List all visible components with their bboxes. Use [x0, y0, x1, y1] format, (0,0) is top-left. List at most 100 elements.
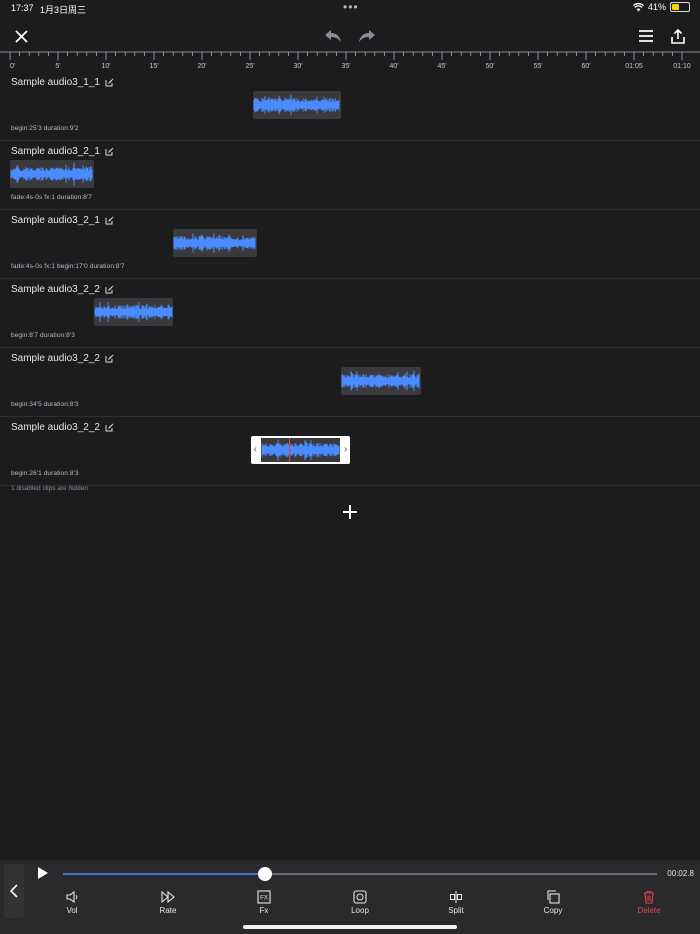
ruler-label: 35' [341, 63, 350, 70]
split-icon [450, 891, 462, 903]
ruler-label: 25' [245, 63, 254, 70]
track-list: Sample audio3_1_1 begin:25'3 duration:9'… [0, 72, 700, 486]
add-track-button[interactable] [339, 501, 361, 523]
track-row: Sample audio3_2_2 begin:34'5 duration:8'… [0, 348, 700, 417]
playback-time: 00:02.8 [667, 869, 694, 878]
track-title[interactable]: Sample audio3_1_1 [11, 77, 114, 88]
audio-clip[interactable] [173, 229, 257, 257]
waveform [94, 302, 173, 322]
ruler-label: 15' [149, 63, 158, 70]
track-row: Sample audio3_1_1 begin:25'3 duration:9'… [0, 72, 700, 141]
delete-button[interactable]: Delete [629, 890, 669, 915]
battery-percent: 41% [647, 2, 666, 12]
copy-icon [547, 890, 560, 904]
edit-icon[interactable] [105, 78, 114, 87]
track-row: Sample audio3_2_2 begin:8'7 duration:8'3 [0, 279, 700, 348]
speaker-icon [66, 890, 78, 904]
track-meta: begin:34'5 duration:8'3 [11, 401, 79, 408]
battery-icon [670, 2, 690, 12]
collapse-panel-button[interactable] [4, 864, 24, 918]
ruler-label: 50' [485, 63, 494, 70]
track-title-text: Sample audio3_2_2 [11, 353, 100, 364]
copy-button[interactable]: Copy [533, 890, 573, 915]
status-right: 41% [632, 2, 690, 12]
tool-label: Loop [351, 906, 369, 915]
track-row: Sample audio3_2_1 fade:4s-0s fx:1 durati… [0, 141, 700, 210]
track-title[interactable]: Sample audio3_2_2 [11, 284, 114, 295]
clip-playhead [288, 438, 290, 462]
share-icon[interactable] [666, 24, 690, 48]
track-title-text: Sample audio3_2_2 [11, 284, 100, 295]
track-title[interactable]: Sample audio3_2_1 [11, 215, 114, 226]
audio-clip[interactable] [93, 298, 174, 326]
bottom-bar: 00:02.8 Vol Rate FX Fx Loop Split Copy D… [0, 860, 700, 934]
audio-clip-selected[interactable]: ‹ › [250, 436, 351, 464]
waveform [341, 370, 420, 392]
edit-icon[interactable] [105, 147, 114, 156]
split-button[interactable]: Split [436, 890, 476, 915]
track-title[interactable]: Sample audio3_2_1 [11, 146, 114, 157]
track-title-text: Sample audio3_2_2 [11, 422, 100, 433]
track-row: Sample audio3_2_1 fade:4s-0s fx:1 begin:… [0, 210, 700, 279]
track-title[interactable]: Sample audio3_2_2 [11, 353, 114, 364]
track-title[interactable]: Sample audio3_2_2 [11, 422, 114, 433]
trash-icon [644, 890, 654, 904]
undo-icon[interactable] [321, 24, 345, 48]
tool-label: Delete [637, 906, 661, 915]
edit-icon[interactable] [105, 285, 114, 294]
hidden-clips-note: 1 disabled clips are hidden [11, 485, 88, 492]
clip-body [260, 438, 341, 462]
fast-forward-icon [161, 890, 175, 904]
timeline-ruler[interactable]: 0' 5' 10' 15' 20' 25' 30' 35' 40' 45' 50' 55' 60' 01:… [0, 48, 700, 72]
track-title-text: Sample audio3_2_1 [11, 146, 100, 157]
tool-label: Split [448, 906, 464, 915]
close-icon[interactable] [9, 24, 33, 48]
menu-icon[interactable] [634, 24, 658, 48]
ruler-label: 20' [197, 63, 206, 70]
ruler-label: 60' [581, 63, 590, 70]
trim-right-handle[interactable]: › [344, 444, 347, 455]
track-meta: fade:4s-0s fx:1 begin:17'0 duration:8'7 [11, 263, 125, 270]
fx-button[interactable]: FX Fx [244, 890, 284, 915]
play-icon [38, 867, 48, 879]
ruler-label: 5' [55, 63, 60, 70]
playback-knob[interactable] [257, 867, 272, 881]
tool-label: Fx [259, 906, 269, 915]
redo-icon[interactable] [355, 24, 379, 48]
playback-slider[interactable] [63, 867, 657, 881]
edit-icon[interactable] [105, 354, 114, 363]
ruler-label: 45' [437, 63, 446, 70]
status-date: 1月3日周三 [40, 5, 87, 15]
rate-button[interactable]: Rate [148, 890, 188, 915]
ruler-label: 01:10 [673, 63, 691, 70]
multitasking-dots-icon[interactable]: ••• [343, 0, 359, 14]
ruler-label: 30' [293, 63, 302, 70]
svg-text:FX: FX [260, 896, 268, 902]
ruler-label: 0' [10, 63, 15, 70]
waveform [261, 439, 340, 461]
track-meta: fade:4s-0s fx:1 duration:8'7 [11, 194, 93, 201]
audio-clip[interactable] [252, 91, 342, 119]
audio-clip[interactable] [341, 367, 421, 395]
track-row: Sample audio3_2_2 ‹ › begin:26'1 duration… [0, 417, 700, 486]
wifi-icon [632, 2, 644, 11]
playback-progress [63, 873, 265, 875]
home-indicator [243, 925, 457, 929]
track-meta: begin:26'1 duration:8'3 [11, 470, 79, 477]
fx-icon: FX [257, 890, 271, 904]
play-button[interactable] [37, 866, 51, 882]
audio-clip[interactable] [10, 160, 94, 188]
waveform [253, 94, 340, 116]
ruler-label: 40' [389, 63, 398, 70]
vol-button[interactable]: Vol [52, 890, 92, 915]
track-meta: begin:25'3 duration:9'2 [11, 125, 79, 132]
trim-left-handle[interactable]: ‹ [254, 444, 257, 455]
edit-icon[interactable] [105, 216, 114, 225]
waveform [173, 233, 256, 253]
tool-label: Vol [66, 906, 78, 915]
chevron-left-icon [10, 884, 18, 898]
track-title-text: Sample audio3_2_1 [11, 215, 100, 226]
edit-icon[interactable] [105, 423, 114, 432]
loop-button[interactable]: Loop [340, 890, 380, 915]
tool-label: Rate [159, 906, 177, 915]
